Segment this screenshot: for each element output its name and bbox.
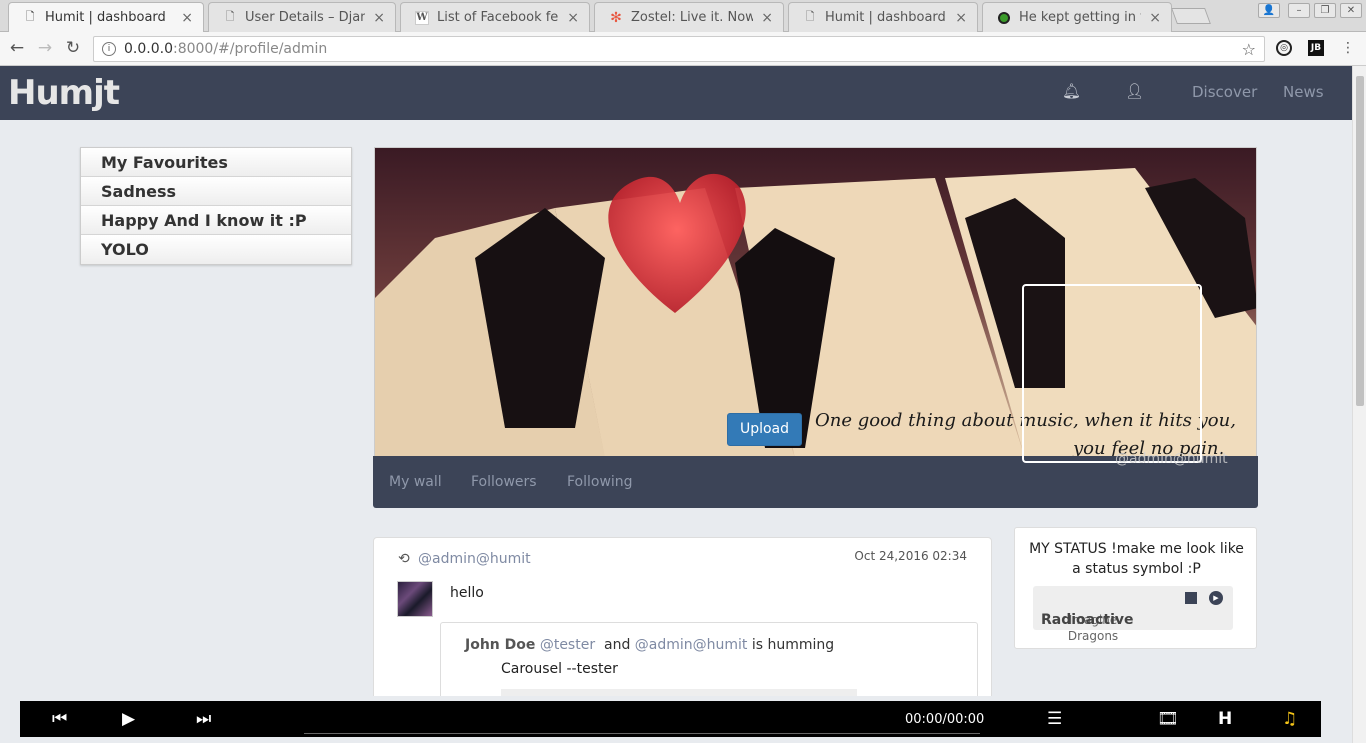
- menu-icon[interactable]: ⋮: [1340, 40, 1356, 56]
- tab-title: User Details – Django: [245, 10, 365, 25]
- extension-icon[interactable]: ◎: [1276, 40, 1292, 56]
- tab-title: Humit | dashboard: [45, 10, 166, 25]
- close-icon[interactable]: ×: [567, 10, 579, 26]
- nav-discover[interactable]: Discover: [1192, 83, 1257, 101]
- wall-post: ⟲ @admin@humit Oct 24,2016 02:34 hello J…: [373, 537, 992, 707]
- url-field[interactable]: i 0.0.0.0:8000/#/profile/admin ☆: [93, 36, 1265, 62]
- jetbrains-icon[interactable]: JB: [1308, 40, 1324, 56]
- playlist-item[interactable]: Sadness: [81, 177, 351, 206]
- close-icon[interactable]: ×: [1149, 10, 1161, 26]
- url-host: 0.0.0.0: [124, 41, 173, 57]
- new-tab-button[interactable]: [1171, 8, 1211, 24]
- avatar[interactable]: [397, 581, 433, 617]
- shared-with[interactable]: @admin@humit: [635, 637, 748, 653]
- user-icon[interactable]: 👤︎: [1125, 82, 1144, 100]
- info-icon[interactable]: i: [102, 42, 116, 56]
- music-note-icon[interactable]: ♫: [1282, 709, 1297, 729]
- tab-following[interactable]: Following: [567, 474, 633, 490]
- progress-bar[interactable]: [304, 733, 980, 734]
- reload-icon[interactable]: ↻: [62, 38, 84, 58]
- humit-logo[interactable]: Humjt: [8, 76, 120, 110]
- close-icon[interactable]: ×: [181, 10, 193, 26]
- film-icon[interactable]: 🎞︎: [1157, 709, 1179, 729]
- post-user[interactable]: @admin@humit: [418, 551, 531, 567]
- playlist-item[interactable]: Happy And I know it :P: [81, 206, 351, 235]
- song-title: Radioactive: [1041, 612, 1134, 628]
- profile-handle: @admin@humit: [1115, 451, 1228, 467]
- tab-followers[interactable]: Followers: [471, 474, 537, 490]
- tab-my-wall[interactable]: My wall: [389, 474, 442, 490]
- playlist-item[interactable]: YOLO: [81, 235, 351, 264]
- browser-tab-2[interactable]: 🗋 User Details – Django ×: [208, 2, 396, 32]
- browser-tab-1[interactable]: 🗋 Humit | dashboard ×: [8, 2, 204, 32]
- shared-header: John Doe @tester and @admin@humit is hum…: [465, 637, 834, 653]
- browser-tab-4[interactable]: ✻ Zostel: Live it. Now: Ir ×: [594, 2, 784, 32]
- maximize-button[interactable]: ❐: [1314, 3, 1336, 18]
- shared-handle[interactable]: @tester: [540, 637, 595, 653]
- page-icon: 🗋: [25, 10, 35, 23]
- status-card: MY STATUS !make me look like a status sy…: [1014, 527, 1257, 649]
- playlist-item[interactable]: My Favourites: [81, 148, 351, 177]
- post-time: Oct 24,2016 02:34: [854, 549, 967, 563]
- page-icon: 🗋: [225, 10, 235, 23]
- bookmark-star-icon[interactable]: ☆: [1242, 40, 1256, 59]
- shared-post: John Doe @tester and @admin@humit is hum…: [440, 622, 978, 706]
- play-icon[interactable]: ▶: [122, 709, 135, 729]
- profile-icon[interactable]: 👤: [1258, 3, 1280, 18]
- tab-title: List of Facebook featu: [437, 10, 559, 25]
- close-icon[interactable]: ×: [955, 10, 967, 26]
- browser-tab-5[interactable]: 🗋 Humit | dashboard ×: [788, 2, 978, 32]
- zostel-icon: ✻: [610, 9, 622, 26]
- play-icon[interactable]: ▶: [1209, 591, 1223, 605]
- profile-avatar-frame[interactable]: [1022, 284, 1202, 463]
- player-bar: ⏮ ▶ ⏭ 00:00/00:00 ☰ 🎞︎ H ♫: [20, 701, 1321, 737]
- close-icon[interactable]: ×: [761, 10, 773, 26]
- green-circle-icon: [997, 11, 1011, 25]
- wikipedia-icon: W: [415, 10, 429, 25]
- forward-icon[interactable]: →: [34, 38, 56, 58]
- humit-h-icon[interactable]: H: [1218, 709, 1232, 729]
- tab-title: Humit | dashboard: [825, 10, 946, 25]
- address-toolbar: ← → ↻ i 0.0.0.0:8000/#/profile/admin ☆ ◎…: [0, 32, 1366, 66]
- vertical-scrollbar[interactable]: [1352, 66, 1366, 743]
- browser-tab-6[interactable]: He kept getting in the ×: [982, 2, 1172, 32]
- back-icon[interactable]: ←: [6, 38, 28, 58]
- previous-icon[interactable]: ⏮: [52, 709, 67, 729]
- tab-title: Zostel: Live it. Now: Ir: [631, 10, 753, 25]
- shared-name[interactable]: John Doe: [465, 637, 535, 653]
- page-icon: 🗋: [805, 10, 815, 23]
- repost-icon: ⟲: [398, 551, 410, 567]
- next-icon[interactable]: ⏭: [196, 709, 211, 729]
- shared-action: is humming: [751, 637, 835, 653]
- shared-and: and: [604, 637, 631, 653]
- browser-tab-bar: 🗋 Humit | dashboard × 🗋 User Details – D…: [0, 0, 1366, 32]
- minimize-button[interactable]: –: [1288, 3, 1310, 18]
- nav-news[interactable]: News: [1283, 83, 1324, 101]
- stop-icon[interactable]: [1185, 592, 1197, 604]
- url-path: :8000/#/profile/admin: [172, 41, 328, 57]
- playlist-menu: My Favourites Sadness Happy And I know i…: [80, 147, 352, 265]
- post-text: hello: [450, 585, 484, 601]
- bell-icon[interactable]: 🔔︎: [1062, 82, 1081, 100]
- upload-button[interactable]: Upload: [727, 413, 802, 446]
- shared-song: Carousel --tester: [501, 661, 618, 677]
- browser-tab-3[interactable]: W List of Facebook featu ×: [400, 2, 590, 32]
- status-text: MY STATUS !make me look like a status sy…: [1029, 541, 1244, 577]
- tab-title: He kept getting in the: [1019, 10, 1141, 25]
- player-time: 00:00/00:00: [905, 712, 985, 727]
- close-icon[interactable]: ×: [373, 10, 385, 26]
- status-mini-player: ▶ Imagine Dragons Radioactive: [1033, 586, 1233, 643]
- scroll-thumb[interactable]: [1356, 76, 1364, 406]
- list-icon[interactable]: ☰: [1047, 709, 1062, 729]
- app-header: Humjt 🔔︎ 👤︎ Discover News: [0, 66, 1352, 120]
- close-window-button[interactable]: ✕: [1340, 3, 1362, 18]
- music-player: ⏮ ▶ ⏭ 00:00/00:00 ☰ 🎞︎ H ♫: [0, 696, 1352, 743]
